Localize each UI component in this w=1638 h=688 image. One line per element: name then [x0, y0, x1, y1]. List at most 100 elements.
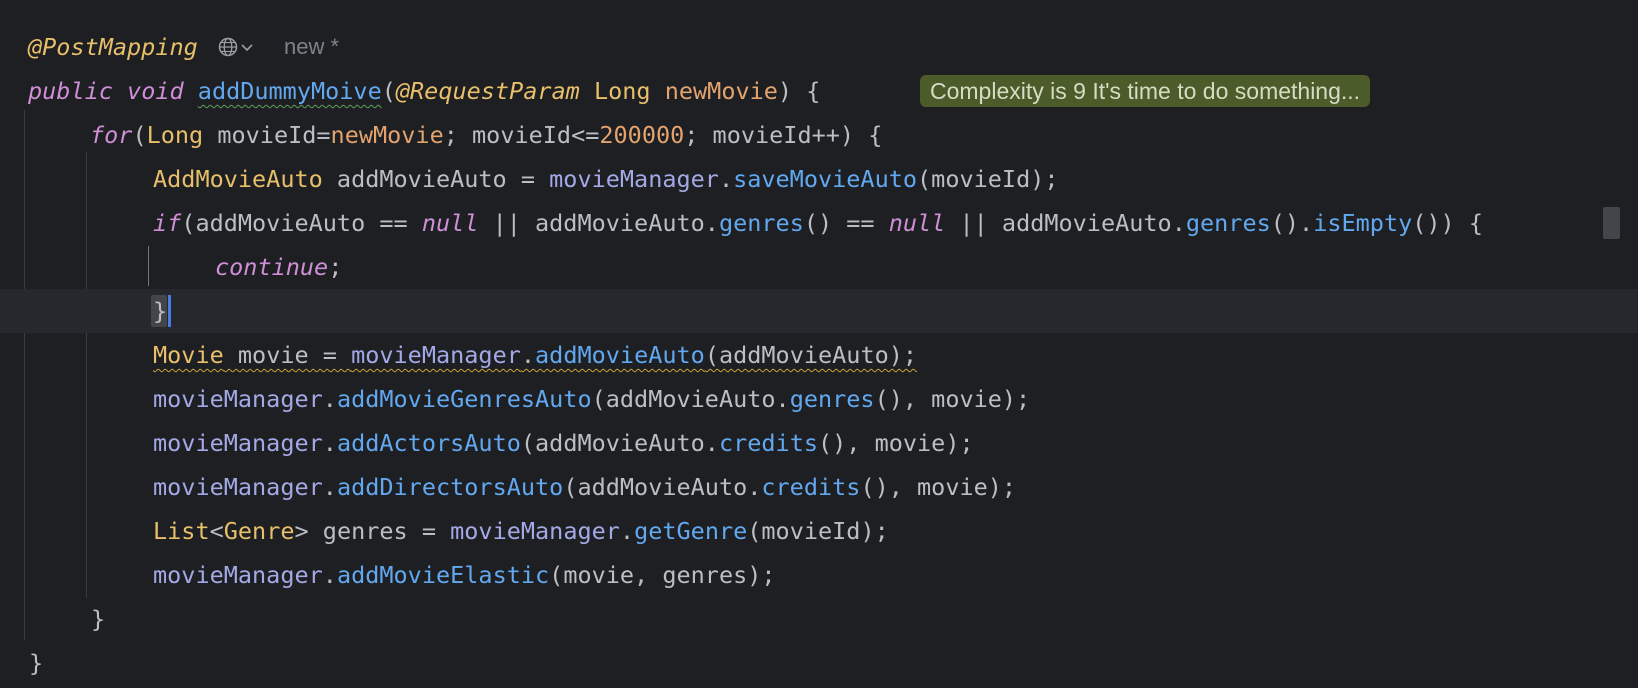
movie-p2: (addMovieAuto);	[704, 341, 918, 369]
code-line-close-if[interactable]: }	[0, 289, 1638, 333]
code-editor[interactable]: @PostMapping new * public void addDummyM…	[0, 0, 1638, 688]
kw-public: public	[28, 77, 113, 105]
genres-auto-method: addMovieGenresAuto	[336, 385, 592, 413]
genres-auto-dot: .	[322, 385, 337, 413]
list-p1: > genres =	[294, 517, 451, 545]
if-p2: || addMovieAuto.	[478, 209, 719, 237]
request-param-annotation: @RequestParam	[395, 77, 580, 105]
kw-null-1: null	[421, 209, 479, 237]
code-line-close-method[interactable]: }	[0, 641, 1638, 685]
save-field: movieManager	[549, 165, 719, 193]
for-var: newMovie	[330, 121, 444, 149]
actors-m1: credits	[718, 429, 818, 457]
for-p4: ; movieId++) {	[684, 121, 883, 149]
globe-icon[interactable]	[218, 37, 238, 57]
directors-method: addDirectorsAuto	[336, 473, 564, 501]
list-field: movieManager	[450, 517, 620, 545]
matching-brace-highlight	[1603, 207, 1620, 239]
if-p6: ())	[1412, 209, 1469, 237]
for-p3: ; movieId<=	[443, 121, 600, 149]
code-line-movie[interactable]: Movie movie = movieManager.addMovieAuto(…	[0, 333, 1638, 377]
complexity-inlay-hint[interactable]: Complexity is 9 It's time to do somethin…	[920, 75, 1371, 107]
if-p3: () ==	[803, 209, 889, 237]
directors-m1: credits	[761, 473, 861, 501]
save-type: AddMovieAuto	[153, 165, 323, 193]
if-code: if(addMovieAuto == null || addMovieAuto.…	[153, 201, 1483, 245]
continue-code: continue;	[215, 245, 342, 289]
directors-dot: .	[322, 473, 337, 501]
code-line-actors[interactable]: movieManager.addActorsAuto(addMovieAuto.…	[0, 421, 1638, 465]
directors-code: movieManager.addDirectorsAuto(addMovieAu…	[153, 465, 1016, 509]
genres-auto-p2: (), movie);	[874, 385, 1031, 413]
elastic-method: addMovieElastic	[336, 561, 550, 589]
signature-code: public void addDummyMoive(@RequestParam …	[28, 69, 820, 113]
movie-type: Movie	[153, 341, 224, 369]
code-line-elastic[interactable]: movieManager.addMovieElastic(movie, genr…	[0, 553, 1638, 597]
save-dot: .	[718, 165, 734, 193]
param-name: newMovie	[664, 77, 778, 105]
if-p1: (addMovieAuto ==	[181, 209, 422, 237]
movie-method: addMovieAuto	[535, 341, 705, 369]
for-code: for(Long movieId=newMovie; movieId<=2000…	[90, 113, 882, 157]
genres-auto-field: movieManager	[153, 385, 323, 413]
code-line-save[interactable]: AddMovieAuto addMovieAuto = movieManager…	[0, 157, 1638, 201]
if-genres-2: genres	[1185, 209, 1271, 237]
genre-type: Genre	[223, 517, 295, 545]
code-line-continue[interactable]: continue;	[0, 245, 1638, 289]
for-close-brace: }	[91, 605, 106, 633]
signature-close: ) {	[777, 77, 821, 105]
for-type: Long	[146, 121, 204, 149]
if-genres-1: genres	[718, 209, 804, 237]
for-number: 200000	[599, 121, 685, 149]
kw-null-2: null	[888, 209, 946, 237]
save-p1: addMovieAuto =	[322, 165, 550, 193]
if-isempty: isEmpty	[1313, 209, 1413, 237]
open-paren: (	[381, 77, 396, 105]
code-line-if[interactable]: if(addMovieAuto == null || addMovieAuto.…	[0, 201, 1638, 245]
method-name[interactable]: addDummyMoive	[198, 77, 382, 105]
annotation-postmapping[interactable]: @PostMapping	[28, 25, 198, 69]
code-line-for[interactable]: for(Long movieId=newMovie; movieId<=2000…	[0, 113, 1638, 157]
for-p1: (	[132, 121, 147, 149]
actors-method: addActorsAuto	[336, 429, 521, 457]
chevron-down-icon[interactable]	[240, 37, 254, 57]
movie-code: Movie movie = movieManager.addMovieAuto(…	[153, 333, 917, 377]
directors-p2: (), movie);	[860, 473, 1017, 501]
kw-if: if	[153, 209, 182, 237]
movie-p1: movie =	[223, 341, 352, 369]
actors-dot: .	[322, 429, 337, 457]
if-p4: || addMovieAuto.	[945, 209, 1186, 237]
code-line-directors[interactable]: movieManager.addDirectorsAuto(addMovieAu…	[0, 465, 1638, 509]
close-if-code: }	[153, 289, 167, 333]
elastic-p1: (movie, genres);	[549, 561, 776, 589]
code-line-close-for[interactable]: }	[0, 597, 1638, 641]
code-line-list[interactable]: List<Genre> genres = movieManager.getGen…	[0, 509, 1638, 553]
kw-void: void	[127, 77, 184, 105]
actors-p2: (), movie);	[818, 429, 974, 457]
directors-p1: (addMovieAuto.	[563, 473, 762, 501]
code-line-signature[interactable]: public void addDummyMoive(@RequestParam …	[0, 69, 1638, 113]
param-type: Long	[593, 77, 651, 105]
directors-field: movieManager	[153, 473, 323, 501]
kw-for: for	[90, 121, 133, 149]
actors-field: movieManager	[153, 429, 323, 457]
save-p2: (movieId);	[917, 165, 1059, 193]
genres-auto-code: movieManager.addMovieGenresAuto(addMovie…	[153, 377, 1030, 421]
code-line-genres-auto[interactable]: movieManager.addMovieGenresAuto(addMovie…	[0, 377, 1638, 421]
genres-auto-p1: (addMovieAuto.	[591, 385, 790, 413]
list-type: List	[153, 517, 210, 545]
list-method: getGenre	[634, 517, 748, 545]
method-close-brace: }	[29, 649, 44, 677]
if-close-brace: }	[153, 297, 168, 325]
for-p2: movieId=	[203, 121, 331, 149]
new-label: new *	[284, 34, 340, 59]
text-caret	[168, 295, 171, 327]
actors-code: movieManager.addActorsAuto(addMovieAuto.…	[153, 421, 974, 465]
continue-semicolon: ;	[328, 253, 343, 281]
list-code: List<Genre> genres = movieManager.getGen…	[153, 509, 889, 553]
save-method: saveMovieAuto	[733, 165, 918, 193]
if-p5: ().	[1270, 209, 1314, 237]
if-open-brace: {	[1468, 209, 1483, 237]
kw-continue: continue	[215, 253, 329, 281]
code-line-annotation[interactable]: @PostMapping new *	[0, 25, 1638, 69]
